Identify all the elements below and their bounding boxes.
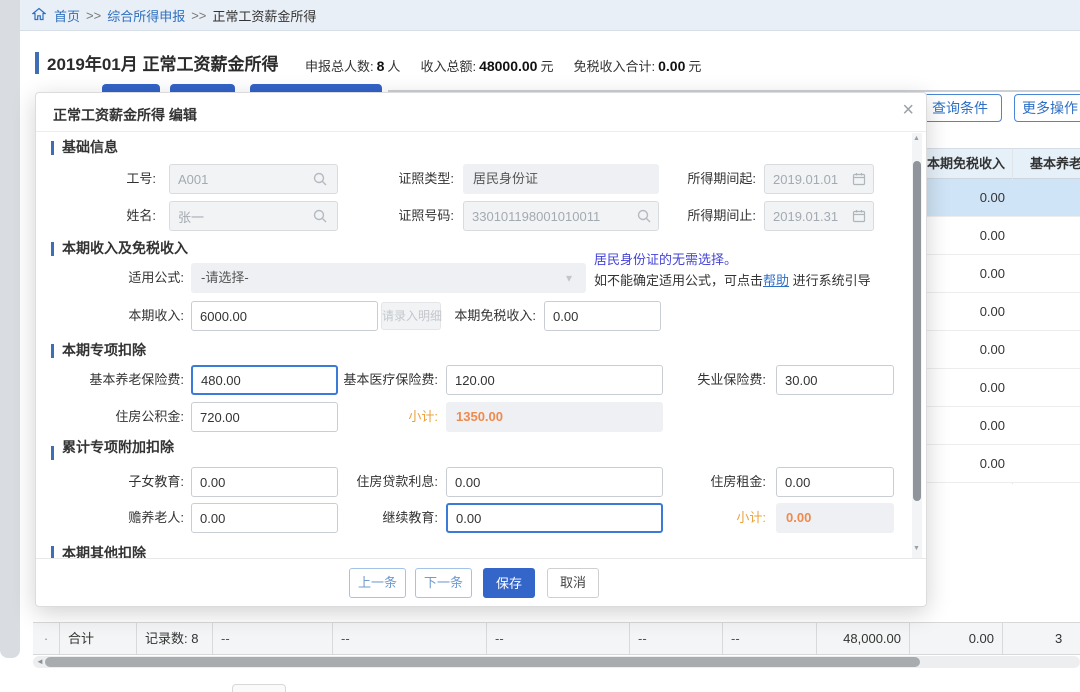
medical-label: 基本医疗保险费: (286, 365, 438, 395)
summary-cell: -- (630, 623, 723, 654)
home-icon (32, 7, 46, 24)
taxfree-income-input[interactable] (544, 301, 661, 331)
formula-select[interactable]: -请选择- (191, 263, 586, 293)
breadcrumb-current: 正常工资薪金所得 (212, 6, 316, 25)
period-start-label: 所得期间起: (626, 164, 756, 194)
section-accent-bar (51, 344, 54, 358)
loan-interest-input[interactable] (446, 467, 663, 497)
name-label: 姓名: (51, 201, 156, 231)
scroll-left-arrow-icon[interactable]: ◄ (36, 657, 44, 667)
breadcrumb-home[interactable]: 首页 (54, 6, 80, 25)
screen: 首页 >> 综合所得申报 >> 正常工资薪金所得 2019年01月 正常工资薪金… (0, 0, 1080, 692)
summary-row: · 合计 记录数: 8 -- -- -- -- -- 48,000.00 0.0… (33, 622, 1080, 655)
pension-label: 基本养老保险费: (46, 365, 184, 395)
title-accent-bar (35, 52, 39, 74)
income-label: 本期收入: (46, 301, 184, 331)
section-title-basic: 基础信息 (62, 137, 118, 157)
summary-income-total: 48,000.00 (817, 623, 910, 654)
cert-no-label: 证照号码: (326, 201, 454, 231)
query-conditions-button[interactable]: 查询条件 (918, 94, 1002, 122)
child-edu-label: 子女教育: (46, 467, 184, 497)
cont-edu-input[interactable] (446, 503, 663, 533)
summary-cell: -- (487, 623, 630, 654)
breadcrumb: 首页 >> 综合所得申报 >> 正常工资薪金所得 (20, 0, 1080, 31)
section-accent-bar (51, 546, 54, 558)
summary-cell: -- (723, 623, 817, 654)
horizontal-scrollbar-thumb[interactable] (45, 657, 920, 667)
section-title-deduction: 本期专项扣除 (62, 340, 146, 360)
period-end-label: 所得期间止: (626, 201, 756, 231)
calendar-icon[interactable] (852, 172, 866, 191)
deduction-subtotal-label: 小计: (336, 402, 438, 432)
dialog-title-divider (36, 131, 926, 132)
section-title-income: 本期收入及免税收入 (62, 238, 188, 258)
header-stats: 申报总人数:8人 收入总额:48000.00元 免税收入合计:0.00元 (305, 56, 701, 75)
formula-hint-line1: 居民身份证的无需选择。 (594, 249, 737, 268)
deduction-subtotal-value: 1350.00 (446, 402, 663, 432)
unemployment-label: 失业保险费: (636, 365, 766, 395)
section-accent-bar (51, 446, 54, 460)
summary-cell: -- (213, 623, 333, 654)
taxfree-income-label: 本期免税收入: (436, 301, 536, 331)
dialog-title: 正常工资薪金所得 编辑 (53, 105, 197, 125)
section-accent-bar (51, 242, 54, 256)
loan-interest-label: 住房贷款利息: (286, 467, 438, 497)
formula-hint-line2: 如不能确定适用公式，可点击帮助 进行系统引导 (594, 270, 871, 289)
housing-fund-label: 住房公积金: (46, 402, 184, 432)
save-button[interactable]: 保存 (483, 568, 535, 598)
section-accent-bar (51, 141, 54, 155)
summary-taxfree-total: 0.00 (910, 623, 1003, 654)
formula-label: 适用公式: (46, 263, 184, 293)
column-header-pension: 基本养老 (1030, 149, 1080, 178)
summary-total-label: 合计 (60, 623, 137, 654)
dialog-footer-divider (36, 558, 926, 559)
breadcrumb-item-comprehensive-income[interactable]: 综合所得申报 (107, 6, 185, 25)
summary-cell: · (33, 623, 60, 654)
summary-record-count: 记录数: 8 (137, 623, 213, 654)
dialog-scrollbar-thumb[interactable] (913, 161, 921, 501)
summary-cell-clipped: 3 (1003, 623, 1080, 654)
stat-taxfree-total: 免税收入合计:0.00元 (573, 56, 701, 75)
cancel-button[interactable]: 取消 (547, 568, 599, 598)
page-title: 2019年01月 正常工资薪金所得 (47, 50, 278, 75)
breadcrumb-separator: >> (191, 8, 206, 23)
cert-type-label: 证照类型: (326, 164, 454, 194)
housing-fund-input[interactable] (191, 402, 338, 432)
enter-detail-button: 请录入明细 (381, 302, 441, 330)
income-input[interactable] (191, 301, 378, 331)
scroll-down-icon[interactable]: ▼ (913, 545, 920, 552)
rent-input[interactable] (776, 467, 894, 497)
chevron-down-icon: ▾ (566, 271, 572, 285)
unemployment-input[interactable] (776, 365, 894, 395)
left-rail (0, 0, 20, 658)
elderly-label: 赡养老人: (46, 503, 184, 533)
additional-subtotal-value: 0.00 (776, 503, 894, 533)
breadcrumb-separator: >> (86, 8, 101, 23)
stat-total-income: 收入总额:48000.00元 (420, 56, 553, 75)
bottom-button-clipped[interactable] (232, 684, 286, 692)
previous-button[interactable]: 上一条 (349, 568, 406, 598)
more-operations-button[interactable]: 更多操作 (1014, 94, 1080, 122)
stat-declared-count: 申报总人数:8人 (305, 56, 400, 75)
rent-label: 住房租金: (636, 467, 766, 497)
medical-input[interactable] (446, 365, 663, 395)
section-title-other: 本期其他扣除 (62, 543, 146, 558)
cont-edu-label: 继续教育: (286, 503, 438, 533)
edit-dialog: 正常工资薪金所得 编辑 × 基础信息 工号: 证照类型: 居民身份证 所得期间起… (35, 92, 927, 607)
close-icon[interactable]: × (902, 99, 914, 122)
section-title-additional: 累计专项附加扣除 (62, 437, 174, 457)
scroll-up-icon[interactable]: ▲ (913, 135, 920, 142)
emp-no-label: 工号: (51, 164, 156, 194)
additional-subtotal-label: 小计: (666, 503, 766, 533)
help-link[interactable]: 帮助 (763, 273, 789, 288)
calendar-icon[interactable] (852, 209, 866, 228)
section-title-other-clipped: 本期其他扣除 (51, 543, 271, 558)
next-button[interactable]: 下一条 (415, 568, 472, 598)
summary-cell: -- (333, 623, 487, 654)
